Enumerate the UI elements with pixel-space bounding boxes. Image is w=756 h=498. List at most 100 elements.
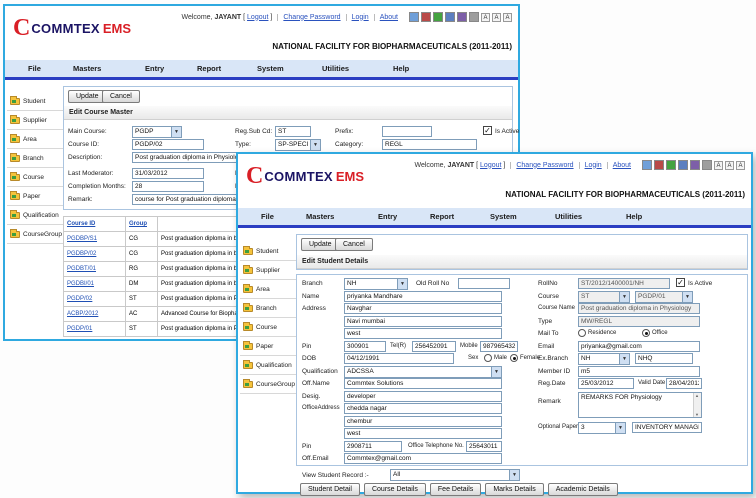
address-line1-input[interactable] [344, 303, 502, 314]
course-id-link[interactable]: PGDBP/02 [67, 251, 96, 257]
optional-paper-name-input[interactable] [632, 422, 702, 433]
ex-branch-select[interactable]: NH [578, 353, 630, 365]
menu-help[interactable]: Help [626, 212, 642, 221]
login-link[interactable]: Login [352, 14, 369, 21]
theme-swatch[interactable] [409, 12, 419, 22]
menu-masters[interactable]: Masters [306, 212, 334, 221]
menu-system[interactable]: System [257, 64, 284, 73]
branch-select[interactable]: NH [344, 278, 408, 290]
sidebar-item-course[interactable]: Course [7, 168, 63, 187]
theme-swatch[interactable] [702, 160, 712, 170]
address-line3-input[interactable] [344, 328, 502, 339]
menu-report[interactable]: Report [430, 212, 454, 221]
sidebar-item-area[interactable]: Area [7, 130, 63, 149]
menu-report[interactable]: Report [197, 64, 221, 73]
sidebar-item-qualification[interactable]: Qualification [240, 356, 296, 375]
menu-file[interactable]: File [261, 212, 274, 221]
menu-entry[interactable]: Entry [145, 64, 164, 73]
tab-student-detail[interactable]: Student Detail [300, 483, 360, 496]
theme-swatch[interactable] [654, 160, 664, 170]
type-select[interactable]: SP-SPECI [275, 139, 321, 151]
pin-input[interactable] [344, 341, 386, 352]
font-size-button[interactable]: A [481, 13, 490, 22]
reg-date-input[interactable] [578, 378, 634, 389]
course-id-link[interactable]: PGDBT/01 [67, 266, 96, 272]
tab-marks-details[interactable]: Marks Details [485, 483, 543, 496]
menu-file[interactable]: File [28, 64, 41, 73]
font-size-button[interactable]: A [736, 161, 745, 170]
course-id-link[interactable]: ACBP/2012 [67, 311, 98, 317]
change-password-link[interactable]: Change Password [283, 14, 340, 21]
main-course-select[interactable]: PGDP [132, 126, 182, 138]
valid-date-input[interactable] [666, 378, 702, 389]
cancel-button[interactable]: Cancel [102, 90, 140, 103]
prefix-input[interactable] [382, 126, 432, 137]
member-id-input[interactable] [578, 366, 700, 377]
theme-swatch[interactable] [666, 160, 676, 170]
dob-input[interactable] [344, 353, 454, 364]
ex-branch-name-input[interactable] [635, 353, 693, 364]
tab-academic-details[interactable]: Academic Details [548, 483, 618, 496]
font-size-button[interactable]: A [503, 13, 512, 22]
view-student-record-select[interactable]: All [390, 469, 520, 481]
office-address-line3-input[interactable] [344, 428, 502, 439]
about-link[interactable]: About [380, 14, 398, 21]
sidebar-item-student[interactable]: Student [7, 92, 63, 111]
office-address-line1-input[interactable] [344, 403, 502, 414]
update-button[interactable]: Update [301, 238, 340, 251]
group-header[interactable]: Group [126, 217, 158, 232]
student-remark-textarea[interactable]: REMARKS FOR Physiology [578, 392, 702, 418]
telr-input[interactable] [412, 341, 456, 352]
email-input[interactable] [578, 341, 700, 352]
menu-utilities[interactable]: Utilities [322, 64, 349, 73]
theme-swatch[interactable] [469, 12, 479, 22]
office-pin-input[interactable] [344, 441, 402, 452]
sidebar-item-branch[interactable]: Branch [240, 299, 296, 318]
sidebar-item-area[interactable]: Area [240, 280, 296, 299]
male-radio[interactable] [484, 354, 492, 362]
theme-swatch[interactable] [433, 12, 443, 22]
off-name-input[interactable] [344, 378, 502, 389]
course-id-link[interactable]: PGDBP/S1 [67, 236, 97, 242]
about-link[interactable]: About [613, 162, 631, 169]
sidebar-item-supplier[interactable]: Supplier [7, 111, 63, 130]
category-input[interactable] [382, 139, 477, 150]
menu-system[interactable]: System [490, 212, 517, 221]
course-id-link[interactable]: PGDBI/01 [67, 281, 94, 287]
female-radio[interactable] [510, 354, 518, 362]
theme-swatch[interactable] [678, 160, 688, 170]
login-link[interactable]: Login [585, 162, 602, 169]
sidebar-item-coursegroup[interactable]: CourseGroup [240, 375, 296, 394]
course-id-link[interactable]: PGDP/01 [67, 326, 92, 332]
update-button[interactable]: Update [68, 90, 107, 103]
address-line2-input[interactable] [344, 316, 502, 327]
sidebar-item-coursegroup[interactable]: CourseGroup [7, 225, 63, 244]
is-active-checkbox[interactable] [483, 126, 492, 135]
sidebar-item-paper[interactable]: Paper [7, 187, 63, 206]
last-moderator-input[interactable] [132, 168, 204, 179]
sidebar-item-supplier[interactable]: Supplier [240, 261, 296, 280]
office-telephone-input[interactable] [466, 441, 502, 452]
cancel-button[interactable]: Cancel [335, 238, 373, 251]
course-id-header[interactable]: Course ID [64, 217, 126, 232]
sidebar-item-branch[interactable]: Branch [7, 149, 63, 168]
menu-utilities[interactable]: Utilities [555, 212, 582, 221]
sidebar-item-student[interactable]: Student [240, 242, 296, 261]
is-active-checkbox[interactable] [676, 278, 685, 287]
font-size-button[interactable]: A [725, 161, 734, 170]
office-radio[interactable] [642, 329, 650, 337]
course-id-input[interactable] [132, 139, 204, 150]
menu-masters[interactable]: Masters [73, 64, 101, 73]
completion-months-input[interactable] [132, 181, 204, 192]
tab-fee-details[interactable]: Fee Details [430, 483, 481, 496]
qualification-select[interactable]: ADCSSA [344, 366, 502, 378]
theme-swatch[interactable] [642, 160, 652, 170]
theme-swatch[interactable] [690, 160, 700, 170]
residence-radio[interactable] [578, 329, 586, 337]
course-id-link[interactable]: PGDP/02 [67, 296, 92, 302]
scrollbar[interactable] [693, 393, 701, 417]
tab-course-details[interactable]: Course Details [364, 483, 426, 496]
name-input[interactable] [344, 291, 502, 302]
off-email-input[interactable] [344, 453, 502, 464]
office-address-line2-input[interactable] [344, 416, 502, 427]
